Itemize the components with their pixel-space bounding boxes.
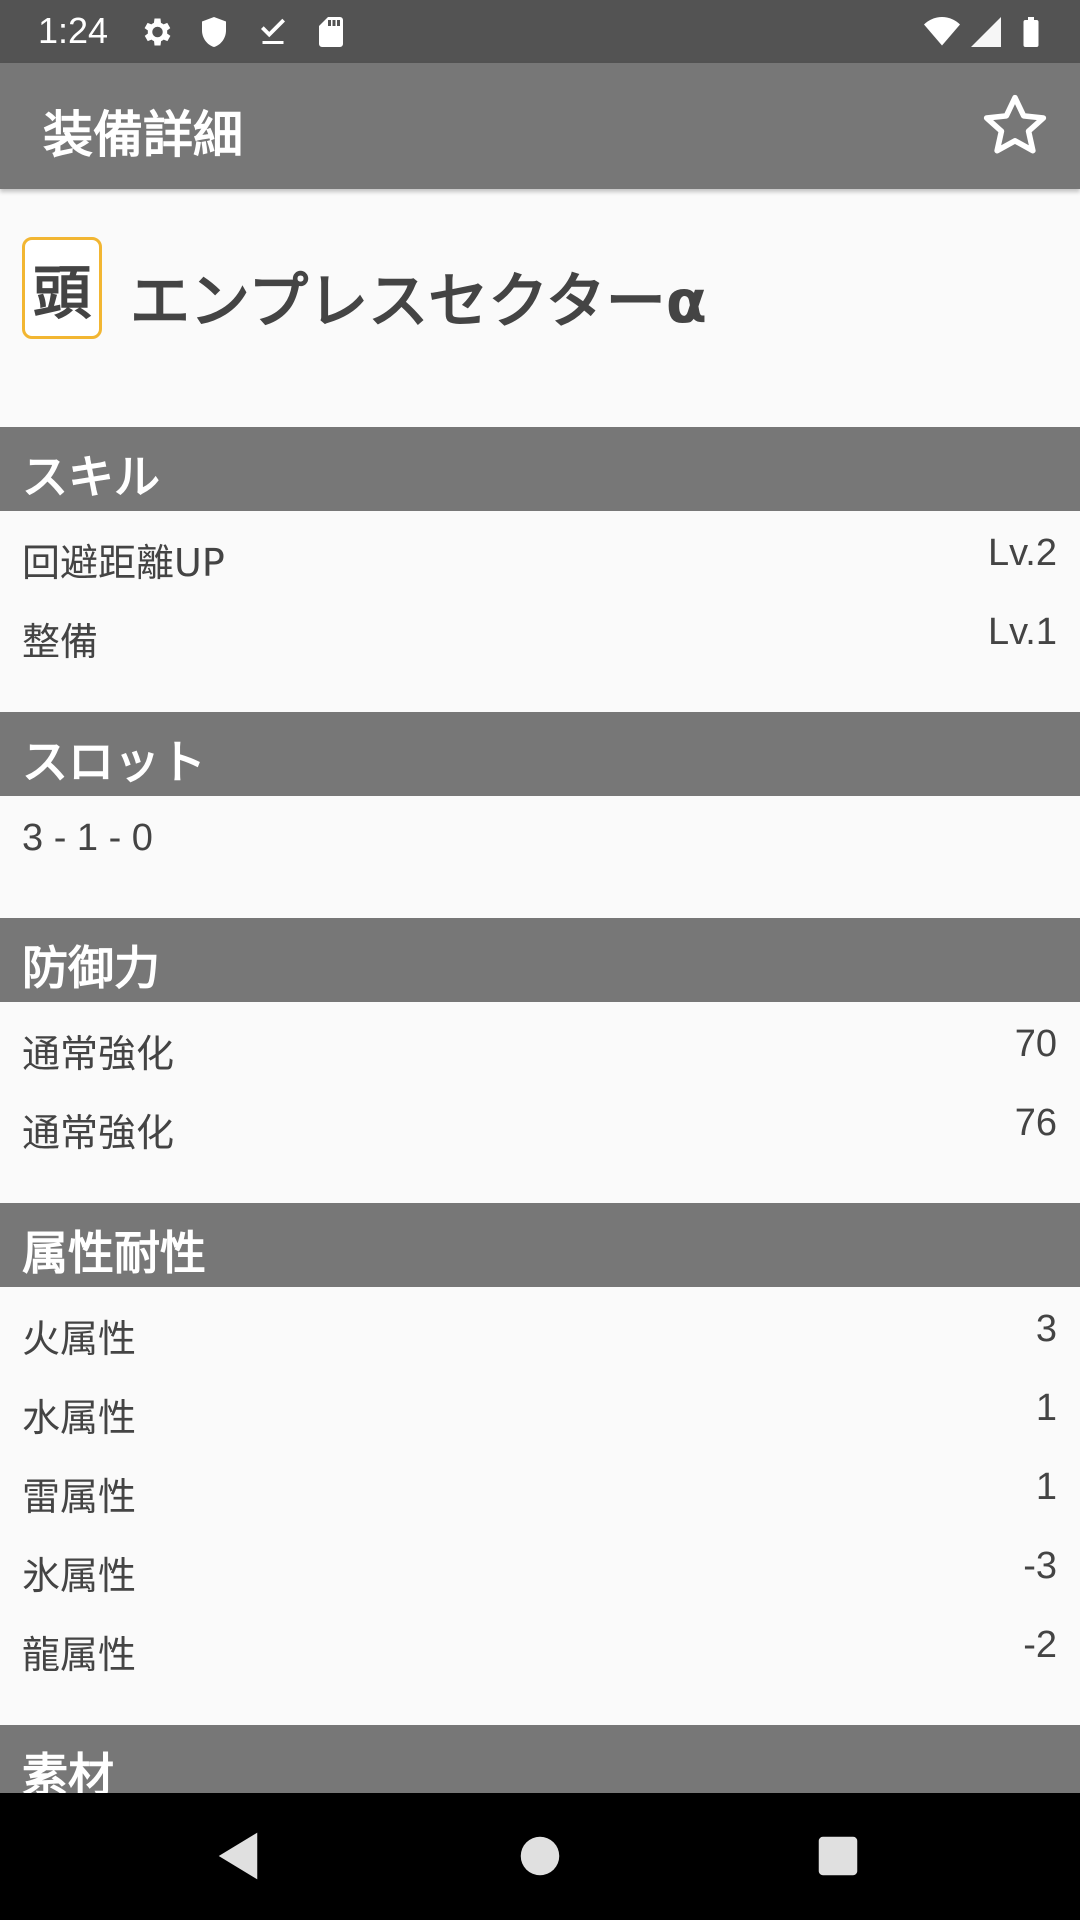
- resistance-value: 1: [1035, 1387, 1057, 1429]
- skill-level: Lv.2: [987, 532, 1057, 574]
- section-title: 防御力: [22, 941, 160, 995]
- defense-label: 通常強化: [22, 1032, 175, 1076]
- back-icon[interactable]: [205, 1823, 271, 1889]
- section-header-resistances: 属性耐性: [0, 1203, 1080, 1287]
- skill-name: 整備: [22, 620, 99, 664]
- resistance-label: 水属性: [22, 1396, 137, 1440]
- section-title: スキル: [22, 450, 160, 504]
- skill-name: 回避距離UP: [22, 541, 225, 585]
- section-header-defense: 防御力: [0, 918, 1080, 1002]
- battery-icon: [1023, 17, 1039, 47]
- page-title: 装備詳細: [43, 106, 243, 164]
- section-header-slots: スロット: [0, 712, 1080, 796]
- resistance-value: 3: [1035, 1308, 1057, 1350]
- resistance-row: 火属性 3: [0, 1290, 1080, 1369]
- navigation-bar: [0, 1793, 1080, 1920]
- resistance-row: 龍属性 -2: [0, 1606, 1080, 1685]
- slots-row: 3 - 1 - 0: [0, 799, 1080, 878]
- resistance-row: 雷属性 1: [0, 1448, 1080, 1527]
- section-title: スロット: [22, 735, 206, 789]
- defense-row: 通常強化 70: [0, 1005, 1080, 1084]
- download-done-icon: [261, 18, 285, 44]
- cell-signal-icon: [971, 17, 1001, 47]
- item-header: 頭 エンプレスセクターα: [0, 189, 1080, 427]
- resistance-row: 水属性 1: [0, 1369, 1080, 1448]
- resistance-value: -3: [1023, 1545, 1057, 1587]
- resistance-row: 氷属性 -3: [0, 1527, 1080, 1606]
- status-bar: 1:24: [0, 0, 1080, 63]
- defense-value: 76: [1014, 1102, 1057, 1144]
- section-title: 属性耐性: [22, 1226, 206, 1280]
- skill-level: Lv.1: [987, 611, 1057, 653]
- home-icon[interactable]: [507, 1823, 573, 1889]
- defense-row: 通常強化 76: [0, 1084, 1080, 1163]
- resistance-label: 龍属性: [22, 1633, 137, 1677]
- star-outline-icon[interactable]: [978, 89, 1052, 163]
- gear-icon: [144, 18, 171, 46]
- equipment-slot-badge: 頭: [22, 237, 102, 339]
- resistance-label: 雷属性: [22, 1475, 137, 1519]
- defense-value: 70: [1014, 1023, 1057, 1065]
- skill-row: 回避距離UP Lv.2: [0, 514, 1080, 593]
- skill-row: 整備 Lv.1: [0, 593, 1080, 672]
- resistance-value: 1: [1035, 1466, 1057, 1508]
- app-bar: 装備詳細: [0, 63, 1080, 189]
- recents-icon[interactable]: [805, 1823, 871, 1889]
- resistance-label: 氷属性: [22, 1554, 137, 1598]
- sd-card-icon: [319, 17, 343, 47]
- wifi-icon: [924, 17, 960, 46]
- section-header-skills: スキル: [0, 427, 1080, 511]
- item-name: エンプレスセクターα: [130, 267, 708, 337]
- defense-label: 通常強化: [22, 1111, 175, 1155]
- slots-value: 3 - 1 - 0: [22, 817, 153, 859]
- shield-icon: [202, 17, 226, 47]
- resistance-label: 火属性: [22, 1317, 137, 1361]
- status-time: 1:24: [38, 10, 109, 51]
- resistance-value: -2: [1023, 1624, 1057, 1666]
